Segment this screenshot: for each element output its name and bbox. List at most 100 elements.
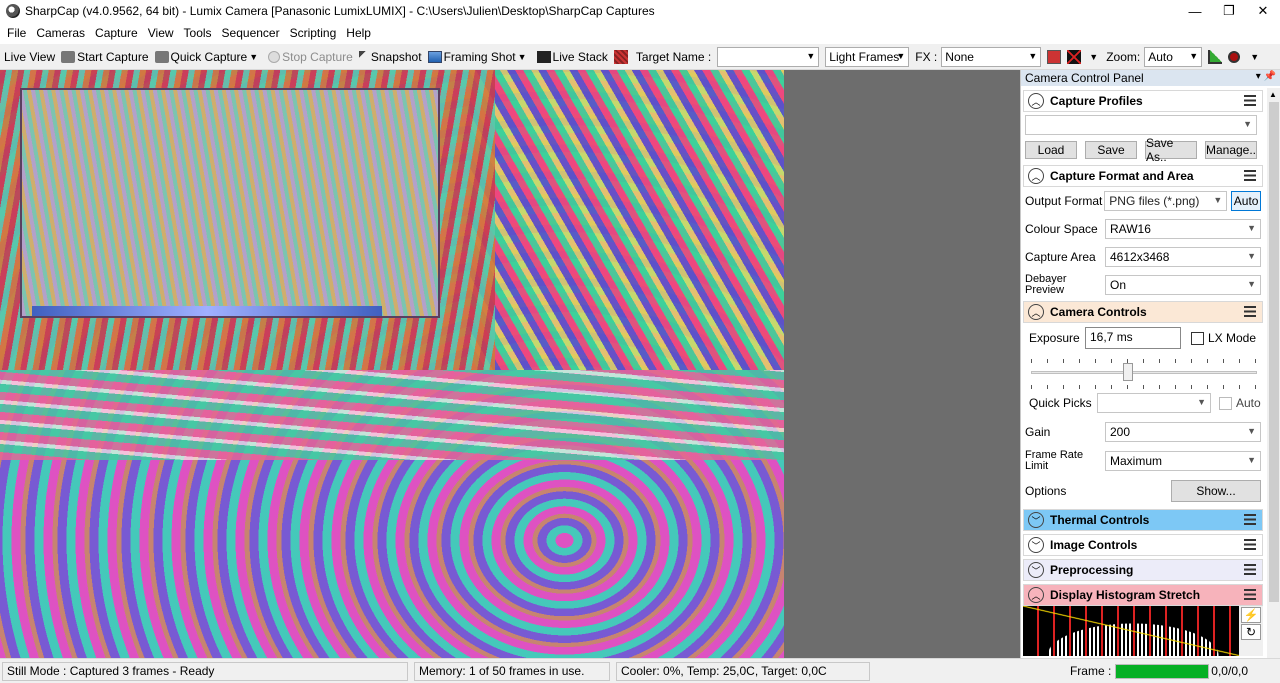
capture-profiles-title: Capture Profiles xyxy=(1050,94,1143,108)
menu-icon[interactable] xyxy=(1244,170,1256,181)
menu-icon[interactable] xyxy=(1244,564,1256,575)
menu-icon[interactable] xyxy=(1244,306,1256,317)
expand-icon[interactable]: ﹀ xyxy=(1028,537,1044,553)
camera-preview-image[interactable] xyxy=(0,70,784,658)
quick-picks-label: Quick Picks xyxy=(1029,396,1092,410)
collapse-icon[interactable]: ︿ xyxy=(1028,168,1044,184)
load-button[interactable]: Load xyxy=(1025,141,1077,159)
debayer-preview-combo[interactable]: On ▼ xyxy=(1105,275,1261,295)
frame-type-combo[interactable]: Light Frames ▼ xyxy=(825,46,910,67)
menu-view[interactable]: View xyxy=(143,26,179,40)
menu-file[interactable]: File xyxy=(2,26,31,40)
expand-icon[interactable]: ﹀ xyxy=(1028,562,1044,578)
scrollbar-thumb[interactable] xyxy=(1269,102,1279,602)
scroll-up-icon[interactable]: ▲ xyxy=(1269,90,1277,99)
frame-rate-limit-combo[interactable]: Maximum ▼ xyxy=(1105,451,1261,471)
record-icon[interactable] xyxy=(1047,49,1062,64)
stop-capture-button[interactable]: Stop Capture xyxy=(268,50,353,64)
expand-icon[interactable]: ﹀ xyxy=(1028,512,1044,528)
menu-icon[interactable] xyxy=(1244,514,1256,525)
frame-rate-value: Maximum xyxy=(1110,454,1163,468)
chevron-down-icon[interactable]: ▼ xyxy=(249,52,258,62)
capture-area-combo[interactable]: 4612x3468 ▼ xyxy=(1105,247,1261,267)
panel-scrollbar[interactable]: ▲ xyxy=(1267,88,1280,658)
menu-tools[interactable]: Tools xyxy=(179,26,217,40)
preview-region-screen xyxy=(20,88,440,318)
show-options-button[interactable]: Show... xyxy=(1171,480,1261,502)
maximize-button[interactable]: ❐ xyxy=(1212,0,1246,22)
histogram-stretch-header[interactable]: ︿ Display Histogram Stretch xyxy=(1023,584,1263,606)
capture-profiles-header[interactable]: ︿ Capture Profiles xyxy=(1023,90,1263,112)
thermal-controls-header[interactable]: ﹀ Thermal Controls xyxy=(1023,509,1263,531)
grid-icon[interactable] xyxy=(1067,49,1082,64)
debayer-preview-label: Debayer Preview xyxy=(1025,274,1105,296)
output-format-auto-button[interactable]: Auto xyxy=(1231,191,1261,211)
quick-picks-combo[interactable]: ▼ xyxy=(1097,393,1211,413)
window-title: SharpCap (v4.0.9562, 64 bit) - Lumix Cam… xyxy=(25,4,655,18)
target-image-icon xyxy=(613,49,628,64)
target-name-combo[interactable]: ▼ xyxy=(717,46,820,67)
save-as-button[interactable]: Save As.. xyxy=(1145,136,1197,164)
live-stack-icon xyxy=(536,50,551,63)
chevron-down-icon[interactable]: ▼ xyxy=(518,52,527,62)
histogram-tools: ⚡ ↻ xyxy=(1239,606,1263,656)
framing-shot-button[interactable]: Framing Shot ▼ xyxy=(427,49,531,64)
histogram-display[interactable]: ⚡ ↻ xyxy=(1023,606,1263,656)
manage-button[interactable]: Manage.. xyxy=(1205,141,1257,159)
chevron-down-icon: ▼ xyxy=(1247,223,1256,233)
gain-combo[interactable]: 200 ▼ xyxy=(1105,422,1261,442)
slider-thumb[interactable] xyxy=(1123,363,1133,381)
histogram-stretch-curve[interactable] xyxy=(1023,606,1241,656)
histogram-icon[interactable] xyxy=(1208,49,1223,64)
exposure-input[interactable]: 16,7 ms xyxy=(1085,327,1181,349)
live-view-button[interactable]: Live View xyxy=(4,50,55,64)
chevron-down-icon[interactable]: ▼ xyxy=(1250,52,1259,62)
menu-icon[interactable] xyxy=(1244,95,1256,106)
menu-capture[interactable]: Capture xyxy=(90,26,143,40)
zoom-combo[interactable]: Auto ▼ xyxy=(1144,46,1203,67)
collapse-icon[interactable]: ︿ xyxy=(1028,587,1044,603)
preprocessing-header[interactable]: ﹀ Preprocessing xyxy=(1023,559,1263,581)
collapse-icon[interactable]: ︿ xyxy=(1028,304,1044,320)
camera-controls-section: ︿ Camera Controls Exposure 16,7 ms LX Mo… xyxy=(1023,301,1263,507)
reset-stretch-icon[interactable]: ↻ xyxy=(1241,624,1261,640)
exposure-slider[interactable] xyxy=(1023,353,1263,389)
start-capture-button[interactable]: Start Capture xyxy=(61,50,149,64)
panel-header: Camera Control Panel ▾ 📌 xyxy=(1021,70,1280,86)
profile-combo[interactable]: ▼ xyxy=(1025,115,1257,135)
live-stack-button[interactable]: Live Stack xyxy=(536,50,608,64)
menu-scripting[interactable]: Scripting xyxy=(285,26,342,40)
framing-shot-label: Framing Shot xyxy=(443,49,516,64)
image-controls-header[interactable]: ﹀ Image Controls xyxy=(1023,534,1263,556)
menu-cameras[interactable]: Cameras xyxy=(31,26,90,40)
camera-controls-header[interactable]: ︿ Camera Controls xyxy=(1023,301,1263,323)
auto-stretch-icon[interactable]: ⚡ xyxy=(1241,607,1261,623)
histogram-stretch-title: Display Histogram Stretch xyxy=(1050,588,1201,602)
quick-picks-auto-checkbox[interactable] xyxy=(1219,396,1232,410)
collapse-icon[interactable]: ︿ xyxy=(1028,93,1044,109)
status-mode: Still Mode : Captured 3 frames - Ready xyxy=(2,661,408,681)
lx-mode-checkbox[interactable] xyxy=(1191,331,1204,345)
lx-mode-label: LX Mode xyxy=(1208,331,1257,345)
save-button[interactable]: Save xyxy=(1085,141,1137,159)
chevron-down-icon[interactable]: ▼ xyxy=(1089,52,1098,62)
close-button[interactable]: ✕ xyxy=(1246,0,1280,22)
output-format-combo[interactable]: PNG files (*.png) ▼ xyxy=(1104,191,1228,211)
status-memory: Memory: 1 of 50 frames in use. xyxy=(414,661,610,681)
image-viewer[interactable] xyxy=(0,70,1020,658)
colour-space-combo[interactable]: RAW16 ▼ xyxy=(1105,219,1261,239)
menu-help[interactable]: Help xyxy=(341,26,376,40)
menu-sequencer[interactable]: Sequencer xyxy=(217,26,285,40)
minimize-button[interactable]: — xyxy=(1178,0,1212,22)
fx-combo[interactable]: None ▼ xyxy=(941,46,1042,67)
menu-icon[interactable] xyxy=(1244,539,1256,550)
capture-format-header[interactable]: ︿ Capture Format and Area xyxy=(1023,165,1263,187)
quick-capture-button[interactable]: Quick Capture ▼ xyxy=(154,50,263,64)
menu-icon[interactable] xyxy=(1244,589,1256,600)
debayer-value: On xyxy=(1110,278,1127,292)
gain-label: Gain xyxy=(1025,425,1051,439)
snapshot-button[interactable]: Snapshot xyxy=(358,50,422,64)
chevron-down-icon: ▼ xyxy=(1213,195,1223,205)
pin-icon[interactable]: ▾ 📌 xyxy=(1256,71,1276,82)
zoom-magnifier-icon[interactable] xyxy=(1228,50,1241,63)
